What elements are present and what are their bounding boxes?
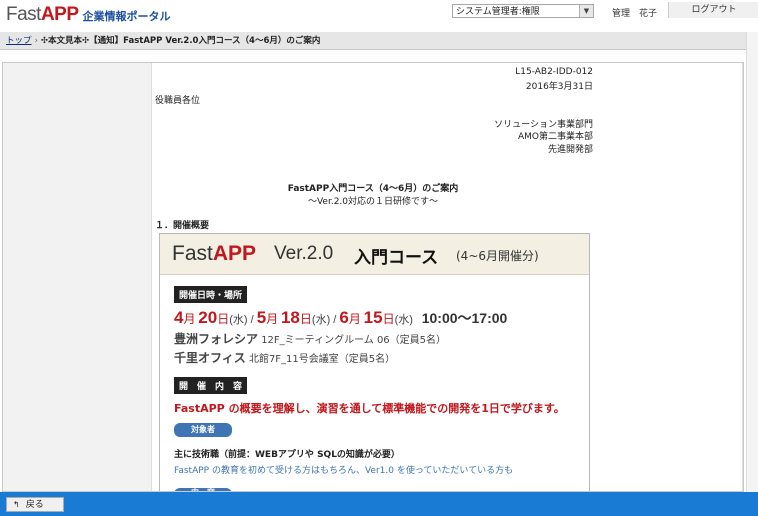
doc-title: FastAPP入門コース（4～6月）のご案内 — [287, 184, 459, 194]
doc-id: L15-AB2-IDD-012 — [515, 67, 593, 77]
date-2-dow: (水) — [311, 314, 331, 326]
back-button[interactable]: ↰ 戻る — [6, 497, 64, 512]
breadcrumb-separator: › — [34, 36, 38, 46]
venue-2: 千里オフィス 北館7F_11号会議室（定員5名） — [174, 349, 395, 366]
logout-button[interactable]: ログアウト — [668, 2, 758, 18]
venue-1: 豊洲フォレシア 12F_ミーティングルーム 06（定員5名） — [174, 330, 446, 347]
poster-period: (4~6月開催分) — [456, 249, 539, 263]
venue-2-detail: 北館7F_11号会議室（定員5名） — [245, 354, 396, 365]
role-select[interactable]: システム管理者:権限 ▼ — [452, 4, 594, 18]
date-3-dow: (水) — [394, 314, 413, 326]
course-summary: FastAPP の概要を理解し、演習を通して標準機能での開発を1日で学びます。 — [174, 402, 565, 415]
tag-target: 対象者 — [174, 423, 232, 437]
logo-subtitle: 企業情報ポータル — [82, 11, 171, 23]
breadcrumb-top-link[interactable]: トップ — [6, 36, 32, 46]
left-pane — [3, 63, 152, 491]
role-select-value: システム管理者:権限 — [456, 7, 540, 17]
date-1-day-unit: 日 — [217, 312, 230, 326]
footer-bar: ↰ 戻る — [0, 492, 758, 516]
target-main: 主に技術職（前提：WEBアプリや SQLの知識が必要） — [174, 450, 400, 460]
date-2-month: 5 — [256, 308, 267, 327]
addressee: 役職員各位 — [155, 96, 201, 106]
sender-dept-3: 先進開発部 — [547, 145, 593, 155]
poster-version: Ver.2.0 — [274, 243, 334, 264]
date-2-day-unit: 日 — [299, 312, 312, 326]
logo-fast: Fast — [6, 4, 41, 25]
date-3-month: 6 — [339, 308, 349, 327]
date-1-day: 20 — [198, 308, 218, 327]
venue-1-name: 豊洲フォレシア — [174, 332, 259, 346]
date-3-month-unit: 月 — [348, 312, 361, 326]
target-sub: FastAPP の教育を初めて受ける方はもちろん、Ver1.0 を使っていただい… — [174, 466, 514, 476]
poster-logo-fast: Fast — [172, 242, 213, 265]
logo-app: APP — [40, 4, 79, 25]
breadcrumb-current: ✣本文見本✣【通知】FastAPP Ver.2.0入門コース（4～6月）のご案内 — [40, 36, 321, 46]
date-1-dow: (水) — [229, 314, 248, 326]
date-1-sep: / — [247, 314, 257, 326]
right-divider — [742, 63, 743, 491]
back-arrow-icon: ↰ — [13, 500, 20, 509]
poster-logo-app: APP — [212, 242, 257, 265]
vertical-scrollbar[interactable] — [746, 32, 758, 492]
doc-subtitle: ～Ver.2.0対応の１日研修です～ — [307, 197, 439, 207]
poster-time: 10:00～17:00 — [421, 310, 508, 326]
poster-logo: FastAPP — [172, 242, 256, 266]
app-logo[interactable]: FastAPP 企業情報ポータル — [6, 4, 171, 26]
section-heading: １．開催概要 — [155, 221, 210, 231]
doc-date: 2016年3月31日 — [525, 82, 593, 92]
sender-dept-2: AMO第二事業本部 — [517, 132, 593, 142]
date-2-day: 18 — [280, 308, 300, 327]
poster-course: 入門コース — [354, 248, 439, 268]
venue-1-detail: 12F_ミーティングルーム 06（定員5名） — [258, 335, 447, 346]
course-poster: FastAPP Ver.2.0 入門コース (4~6月開催分) 開催日時・場所 … — [159, 233, 590, 491]
breadcrumb: トップ › ✣本文見本✣【通知】FastAPP Ver.2.0入門コース（4～6月）… — [0, 32, 746, 50]
tag-content: 開 催 内 容 — [174, 377, 248, 394]
date-3-day: 15 — [363, 308, 383, 327]
date-2-month-unit: 月 — [266, 312, 279, 326]
header: FastAPP 企業情報ポータル システム管理者:権限 ▼ 管理 花子 ログアウト — [0, 0, 758, 32]
poster-dates: 4月 20日(水) / 5月 18日(水) / 6月 15日(水) 10:00～… — [174, 308, 507, 328]
date-3-day-unit: 日 — [382, 312, 395, 326]
user-name: 管理 花子 — [612, 9, 658, 19]
content-frame: L15-AB2-IDD-012 2016年3月31日 役職員各位 ソリューション… — [2, 62, 744, 492]
venue-2-name: 千里オフィス — [174, 351, 246, 365]
tag-datetime: 開催日時・場所 — [174, 286, 248, 303]
back-button-label: 戻る — [25, 500, 44, 510]
chevron-down-icon[interactable]: ▼ — [579, 5, 593, 17]
poster-header: FastAPP Ver.2.0 入門コース (4~6月開催分) — [160, 234, 589, 275]
date-1-month-unit: 月 — [183, 312, 196, 326]
